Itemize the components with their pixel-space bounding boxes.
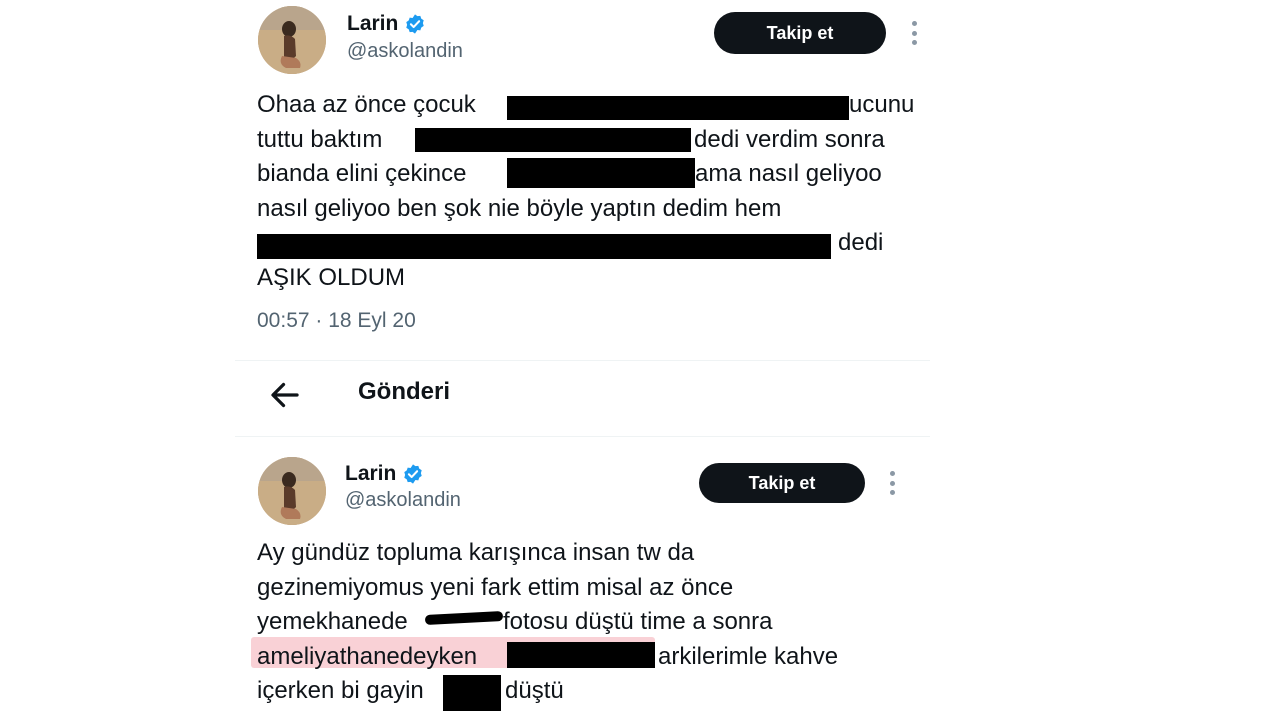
redaction-bar (507, 158, 695, 188)
post-header: Gönderi (235, 360, 930, 437)
tweet-line-tail: arkilerimle kahve (658, 642, 839, 670)
redaction-bar (507, 642, 655, 668)
page-title: Gönderi (358, 378, 451, 405)
tweet-line-tail: fotosu düştü time a sonra (503, 608, 773, 635)
redaction-bar (415, 128, 691, 152)
redaction-bar (507, 96, 849, 120)
tweet-line-tail: ucunu (849, 91, 915, 118)
tweet-line: nasıl geliyoo ben şok nie böyle yaptın d… (257, 194, 782, 222)
tweet-line: AŞIK OLDUM (257, 263, 406, 291)
tweet-line-tail: dedi verdim sonra (694, 125, 885, 153)
avatar-image (258, 6, 326, 74)
avatar[interactable] (258, 6, 326, 74)
verified-badge-icon (402, 463, 424, 485)
tweet-line: gezinemiyomus yeni fark ettim misal az ö… (257, 573, 734, 601)
user-handle[interactable]: @askolandin (347, 40, 463, 63)
user-handle[interactable]: @askolandin (345, 489, 461, 512)
tweet-card-1: Larin @askolandin Takip et Ohaa az önce … (235, 0, 930, 358)
back-arrow-icon[interactable] (267, 377, 303, 413)
display-name[interactable]: Larin (345, 462, 396, 486)
redaction-bar (443, 675, 501, 711)
display-name[interactable]: Larin (347, 12, 398, 36)
follow-button[interactable]: Takip et (699, 463, 865, 503)
more-options-icon[interactable] (884, 471, 900, 495)
tweet-card-2: Larin @askolandin Takip et Ay gündüz top… (235, 437, 930, 720)
avatar-image (258, 457, 326, 525)
tweet-line-tail: düştü (505, 677, 564, 704)
tweet-line-tail: ama nasıl geliyoo (695, 160, 882, 187)
tweet-line: içerken bi gayin (257, 677, 424, 704)
tweet-line: Ay gündüz topluma karışınca insan tw da (257, 539, 695, 566)
redaction-bar (257, 234, 831, 259)
verified-badge-icon (404, 13, 426, 35)
follow-button[interactable]: Takip et (714, 12, 886, 54)
avatar[interactable] (258, 457, 326, 525)
more-options-icon[interactable] (906, 21, 922, 45)
tweet-timestamp[interactable]: 00:57 · 18 Eyl 20 (257, 309, 416, 333)
